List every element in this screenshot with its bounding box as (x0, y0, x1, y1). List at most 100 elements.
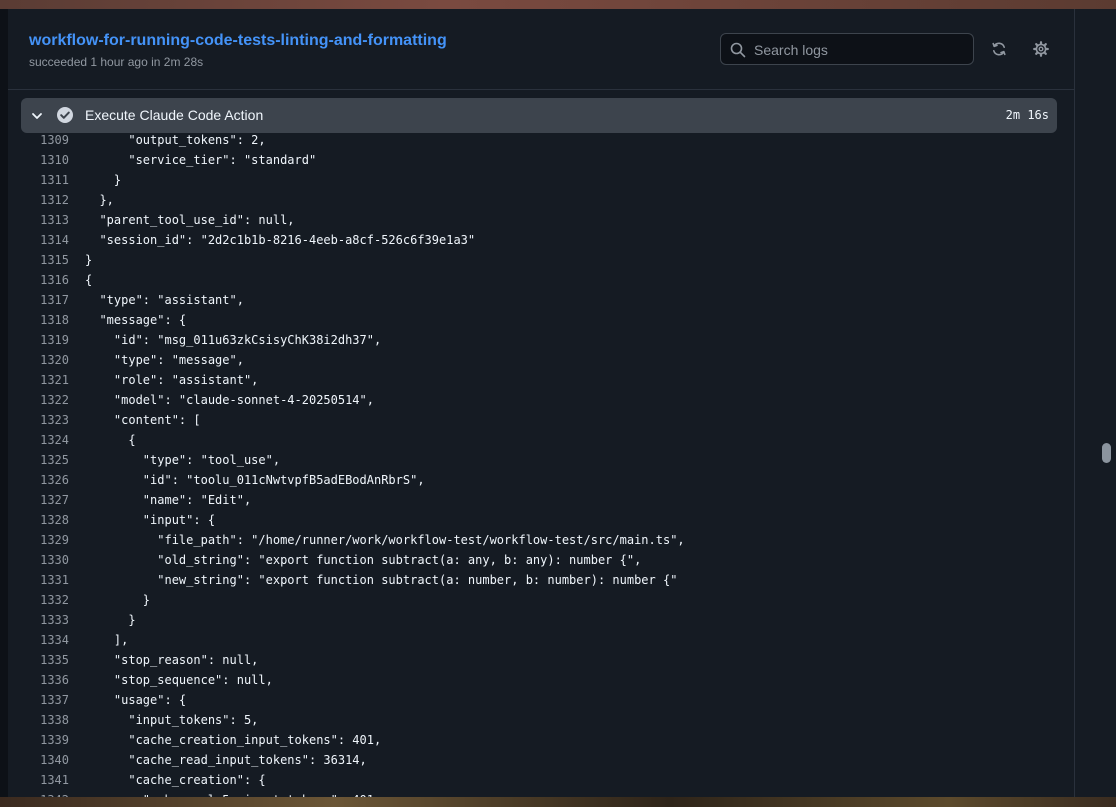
log-line-number[interactable]: 1313 (8, 210, 69, 230)
chevron-down-icon[interactable] (30, 109, 44, 123)
log-line: 1331 "new_string": "export function subt… (8, 570, 1074, 590)
log-line-number[interactable]: 1311 (8, 170, 69, 190)
scroll-track[interactable] (1075, 9, 1116, 797)
log-line: 1325 "type": "tool_use", (8, 450, 1074, 470)
logs-header: workflow-for-running-code-tests-linting-… (8, 9, 1074, 90)
search-logs-box[interactable] (720, 33, 974, 65)
log-line-number[interactable]: 1330 (8, 550, 69, 570)
log-line: 1313 "parent_tool_use_id": null, (8, 210, 1074, 230)
log-line-number[interactable]: 1323 (8, 410, 69, 430)
log-line-text: "parent_tool_use_id": null, (85, 213, 295, 227)
log-line-text: "id": "toolu_011cNwtvpfB5adEBodAnRbrS", (85, 473, 425, 487)
log-line: 1342 "ephemeral_5m_input_tokens": 401, (8, 790, 1074, 797)
log-line-text: ], (85, 633, 129, 647)
log-line: 1319 "id": "msg_011u63zkCsisyChK38i2dh37… (8, 330, 1074, 350)
refresh-button[interactable] (987, 37, 1011, 61)
log-line-number[interactable]: 1320 (8, 350, 69, 370)
gear-icon (1033, 41, 1049, 57)
step-header-execute-claude-code-action[interactable]: Execute Claude Code Action 2m 16s (21, 98, 1057, 133)
settings-button[interactable] (1029, 37, 1053, 61)
workflow-logs-window: workflow-for-running-code-tests-linting-… (0, 9, 1116, 797)
log-line: 1335 "stop_reason": null, (8, 650, 1074, 670)
log-line-number[interactable]: 1317 (8, 290, 69, 310)
log-line-number[interactable]: 1328 (8, 510, 69, 530)
log-line-text: "new_string": "export function subtract(… (85, 573, 678, 587)
log-line: 1341 "cache_creation": { (8, 770, 1074, 790)
log-line-number[interactable]: 1327 (8, 490, 69, 510)
log-line: 1322 "model": "claude-sonnet-4-20250514"… (8, 390, 1074, 410)
log-line-number[interactable]: 1332 (8, 590, 69, 610)
log-line: 1329 "file_path": "/home/runner/work/wor… (8, 530, 1074, 550)
log-line-number[interactable]: 1331 (8, 570, 69, 590)
log-line-text: "type": "message", (85, 353, 244, 367)
log-line: 1321 "role": "assistant", (8, 370, 1074, 390)
log-line-number[interactable]: 1326 (8, 470, 69, 490)
log-line-text: } (85, 593, 151, 607)
log-line-text: "cache_creation_input_tokens": 401, (85, 733, 382, 747)
workflow-status-text: succeeded 1 hour ago in 2m 28s (29, 55, 204, 69)
log-line-number[interactable]: 1319 (8, 330, 69, 350)
log-line-number[interactable]: 1336 (8, 670, 69, 690)
workflow-title-link[interactable]: workflow-for-running-code-tests-linting-… (29, 32, 447, 50)
log-line-number[interactable]: 1322 (8, 390, 69, 410)
log-line-number[interactable]: 1329 (8, 530, 69, 550)
log-line: 1340 "cache_read_input_tokens": 36314, (8, 750, 1074, 770)
log-line-text: "output_tokens": 2, (85, 133, 266, 147)
log-line-text: "model": "claude-sonnet-4-20250514", (85, 393, 374, 407)
log-line-text: "cache_read_input_tokens": 36314, (85, 753, 367, 767)
logs-panel: workflow-for-running-code-tests-linting-… (8, 9, 1075, 797)
search-logs-input[interactable] (752, 38, 966, 62)
log-line-number[interactable]: 1333 (8, 610, 69, 630)
log-line-number[interactable]: 1316 (8, 270, 69, 290)
log-line-number[interactable]: 1341 (8, 770, 69, 790)
log-line: 1337 "usage": { (8, 690, 1074, 710)
log-line-number[interactable]: 1334 (8, 630, 69, 650)
log-line-number[interactable]: 1315 (8, 250, 69, 270)
log-line-number[interactable]: 1335 (8, 650, 69, 670)
log-line-text: "name": "Edit", (85, 493, 252, 507)
log-line-number[interactable]: 1318 (8, 310, 69, 330)
log-line: 1309 "output_tokens": 2, (8, 133, 1074, 150)
log-line: 1324 { (8, 430, 1074, 450)
log-line-text: "message": { (85, 313, 187, 327)
log-line-text: "id": "msg_011u63zkCsisyChK38i2dh37", (85, 333, 382, 347)
log-line-text: "service_tier": "standard" (85, 153, 317, 167)
log-line-text: { (85, 273, 93, 287)
log-line-number[interactable]: 1312 (8, 190, 69, 210)
log-line-number[interactable]: 1325 (8, 450, 69, 470)
log-line-number[interactable]: 1340 (8, 750, 69, 770)
log-line-number[interactable]: 1321 (8, 370, 69, 390)
log-line-text: "old_string": "export function subtract(… (85, 553, 642, 567)
desktop-wallpaper-bottom (0, 797, 1116, 807)
log-line: 1327 "name": "Edit", (8, 490, 1074, 510)
log-line: 1336 "stop_sequence": null, (8, 670, 1074, 690)
log-line-number[interactable]: 1314 (8, 230, 69, 250)
log-line-number[interactable]: 1337 (8, 690, 69, 710)
log-line-text: "input": { (85, 513, 216, 527)
log-line-text: { (85, 433, 136, 447)
log-line: 1339 "cache_creation_input_tokens": 401, (8, 730, 1074, 750)
log-output[interactable]: 1309 "output_tokens": 2, 1310 "service_ti… (8, 133, 1074, 797)
log-line-text: "stop_sequence": null, (85, 673, 273, 687)
log-line-number[interactable]: 1342 (8, 790, 69, 797)
window-edge (0, 9, 8, 797)
log-line-text: "cache_creation": { (85, 773, 266, 787)
step-duration: 2m 16s (1005, 108, 1049, 122)
log-line-text: "type": "tool_use", (85, 453, 281, 467)
log-line-text: }, (85, 193, 114, 207)
check-circle-icon (57, 107, 73, 123)
log-line-number[interactable]: 1339 (8, 730, 69, 750)
log-line-number[interactable]: 1338 (8, 710, 69, 730)
log-line: 1338 "input_tokens": 5, (8, 710, 1074, 730)
log-line-number[interactable]: 1324 (8, 430, 69, 450)
log-line-text: } (85, 173, 122, 187)
log-line: 1311 } (8, 170, 1074, 190)
log-line-number[interactable]: 1309 (8, 133, 69, 150)
log-line: 1316 { (8, 270, 1074, 290)
log-line-text: "usage": { (85, 693, 187, 707)
search-icon (730, 42, 746, 58)
scrollbar-thumb[interactable] (1102, 443, 1111, 463)
log-line-number[interactable]: 1310 (8, 150, 69, 170)
log-line-text: "stop_reason": null, (85, 653, 259, 667)
log-line: 1332 } (8, 590, 1074, 610)
